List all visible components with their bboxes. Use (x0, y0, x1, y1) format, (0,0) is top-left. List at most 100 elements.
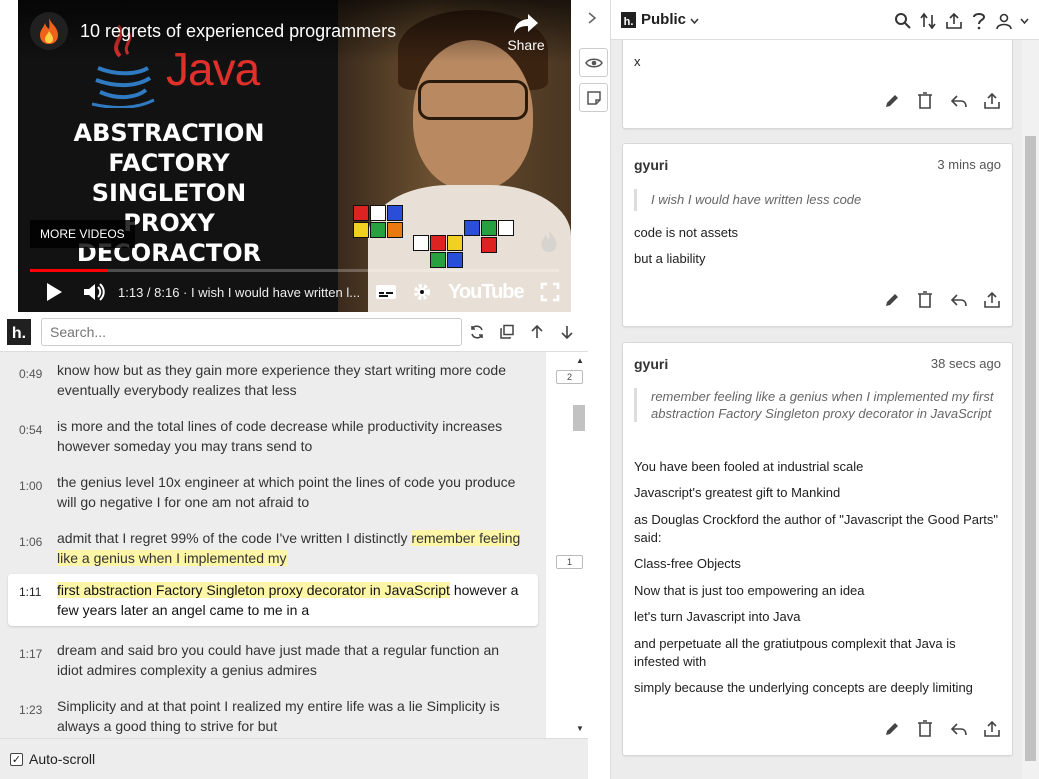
segment-timestamp[interactable]: 1:00 (19, 479, 42, 493)
segment-timestamp[interactable]: 1:06 (19, 535, 42, 549)
segment-timestamp[interactable]: 1:23 (19, 703, 42, 717)
gear-icon (414, 284, 431, 300)
transcript-list[interactable]: 0:49 know how but as they gain more expe… (0, 352, 546, 738)
share-arrow-icon (514, 14, 538, 33)
chevron-right-icon[interactable] (587, 11, 597, 28)
segment-timestamp[interactable]: 0:49 (19, 367, 42, 381)
video-player[interactable]: Java ABSTRACTION FACTORY SINGLETON PROXY… (18, 0, 571, 312)
reply-button[interactable] (949, 719, 969, 739)
search-icon (895, 13, 911, 29)
segment-timestamp[interactable]: 1:11 (19, 585, 41, 599)
annotation-card[interactable]: x (622, 26, 1013, 129)
cube (447, 235, 463, 251)
segment-timestamp[interactable]: 1:17 (19, 647, 42, 661)
annotation-timestamp[interactable]: 3 mins ago (937, 157, 1001, 172)
video-title[interactable]: 10 regrets of experienced programmers (80, 21, 396, 42)
sync-button[interactable] (467, 322, 487, 342)
eye-icon (584, 58, 603, 67)
edit-button[interactable] (882, 290, 902, 310)
segment-plain-text: admit that I regret 99% of the code I've… (57, 530, 412, 546)
autoscroll-checkbox[interactable]: ✓ (10, 752, 23, 766)
user-menu-button[interactable] (994, 11, 1014, 31)
search-button[interactable] (893, 11, 913, 31)
group-selector[interactable]: Public (641, 11, 699, 28)
transcript-search-input[interactable] (41, 318, 462, 346)
cube (370, 222, 386, 238)
segment-timestamp[interactable]: 0:54 (19, 423, 42, 437)
share-button[interactable]: Share (506, 12, 546, 53)
cube (353, 222, 369, 238)
edit-button[interactable] (882, 719, 902, 739)
captions-button[interactable] (368, 274, 404, 310)
sidebar-scrollbar-thumb[interactable] (1025, 136, 1036, 761)
delete-button[interactable] (915, 91, 935, 111)
cube (370, 205, 386, 221)
transcript-segment-current[interactable]: 1:11 first abstraction Factory Singleton… (8, 574, 538, 626)
transcript-segment[interactable]: 0:49 know how but as they gain more expe… (8, 354, 538, 406)
group-label: Public (641, 11, 687, 28)
mute-button[interactable] (76, 274, 112, 310)
sort-icon (920, 12, 936, 30)
settings-button[interactable] (404, 274, 440, 310)
more-videos-button[interactable]: MORE VIDEOS (30, 220, 135, 248)
segment-text: is more and the total lines of code decr… (57, 418, 503, 454)
cube (481, 220, 497, 236)
copy-button[interactable] (497, 322, 517, 342)
arrow-down-icon (561, 326, 573, 340)
trash-icon (918, 291, 933, 308)
copy-icon (500, 324, 514, 339)
play-button[interactable] (36, 274, 72, 310)
edit-button[interactable] (882, 91, 902, 111)
highlighted-text[interactable]: first abstraction Factory Singleton prox… (57, 582, 450, 598)
segment-text: know how but as they gain more experienc… (57, 362, 507, 398)
delete-button[interactable] (915, 719, 935, 739)
annotation-text: as Douglas Crockford the author of "Java… (634, 512, 999, 545)
sync-icon (471, 325, 483, 339)
fullscreen-icon (540, 282, 559, 302)
hypothesis-logo-icon[interactable]: h. (621, 12, 636, 28)
segment-text: Simplicity and at that point I realized … (57, 698, 500, 734)
video-time-chapter[interactable]: 1:13 / 8:16 · I wish I would have writte… (118, 285, 360, 300)
annotation-username[interactable]: gyuri (634, 356, 668, 372)
previous-match-button[interactable] (527, 322, 547, 342)
thumbnail-line: SINGLETON (91, 179, 247, 207)
share-annotation-button[interactable] (982, 91, 1002, 111)
autoscroll-toggle[interactable]: ✓ Auto-scroll (0, 738, 588, 779)
annotation-actions (882, 718, 1002, 740)
new-page-note-button[interactable] (579, 83, 608, 112)
share-icon (946, 12, 962, 29)
reply-button[interactable] (949, 290, 969, 310)
help-icon (973, 13, 986, 30)
share-page-button[interactable] (944, 11, 964, 31)
thumbnail-line: FACTORY (108, 149, 230, 177)
show-highlights-button[interactable] (579, 48, 608, 77)
annotation-card[interactable]: gyuri 3 mins ago I wish I would have wri… (622, 143, 1013, 327)
annotation-card[interactable]: gyuri 38 secs ago remember feeling like … (622, 342, 1013, 756)
share-annotation-button[interactable] (982, 719, 1002, 739)
transcript-segment[interactable]: 1:06 admit that I regret 99% of the code… (8, 522, 538, 574)
trash-icon (918, 720, 933, 737)
volume-icon (84, 283, 105, 301)
share-annotation-button[interactable] (982, 290, 1002, 310)
help-button[interactable] (969, 11, 989, 31)
annotation-timestamp[interactable]: 38 secs ago (931, 356, 1001, 371)
delete-button[interactable] (915, 290, 935, 310)
channel-avatar[interactable] (30, 12, 68, 50)
flame-watermark-icon (538, 228, 560, 259)
hypothesis-logo[interactable]: h. (7, 319, 31, 345)
reply-button[interactable] (949, 91, 969, 111)
youtube-logo[interactable]: YouTube (448, 281, 525, 304)
annotation-text: simply because the underlying concepts a… (634, 680, 973, 695)
next-match-button[interactable] (557, 322, 577, 342)
fullscreen-button[interactable] (532, 274, 568, 310)
autoscroll-label[interactable]: Auto-scroll (29, 751, 95, 767)
user-menu-chevron-down-icon[interactable] (1014, 11, 1034, 31)
transcript-segment[interactable]: 1:00 the genius level 10x engineer at wh… (8, 466, 538, 518)
annotation-username[interactable]: gyuri (634, 157, 668, 173)
annotation-actions (882, 90, 1002, 112)
sort-button[interactable] (918, 11, 938, 31)
transcript-segment[interactable]: 1:17 dream and said bro you could have j… (8, 634, 538, 686)
transcript-segment[interactable]: 0:54 is more and the total lines of code… (8, 410, 538, 462)
transcript-segment[interactable]: 1:23 Simplicity and at that point I real… (8, 690, 538, 738)
cube (430, 235, 446, 251)
